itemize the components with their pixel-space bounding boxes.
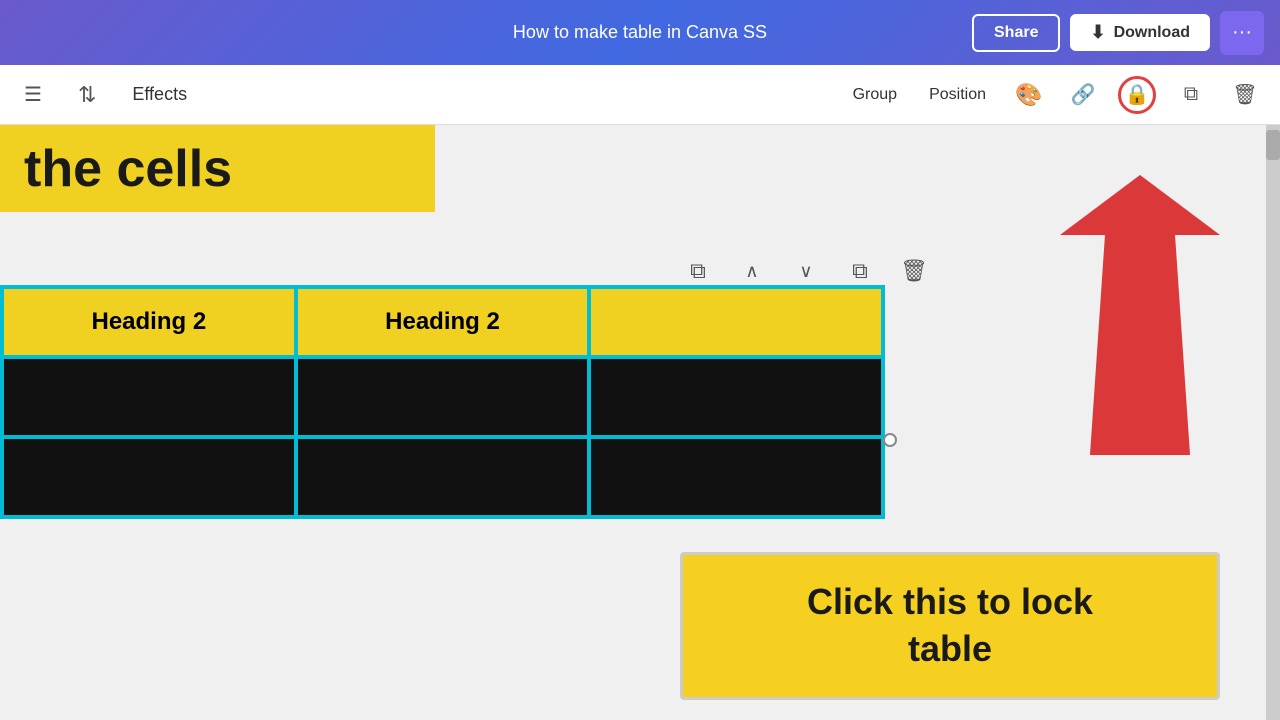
table-cell[interactable] <box>589 437 883 517</box>
table-cell[interactable] <box>2 357 296 437</box>
more-options-button[interactable]: ··· <box>1220 11 1264 55</box>
table-copy-icon: ⧉ <box>690 258 706 284</box>
table-duplicate-icon-button[interactable]: ⧉ <box>842 253 878 289</box>
yellow-header-bar: the cells <box>0 125 435 212</box>
table-cell[interactable] <box>589 357 883 437</box>
selection-handle[interactable] <box>883 433 897 447</box>
table-element-toolbar: ⧉ ∧ ∨ ⧉ 🗑 <box>680 253 932 289</box>
table-cell[interactable] <box>296 437 590 517</box>
copy-to-icon: ⧉ <box>1184 83 1198 106</box>
table-up-icon-button[interactable]: ∧ <box>734 253 770 289</box>
table-cell[interactable] <box>589 287 883 357</box>
table-cell[interactable] <box>296 357 590 437</box>
table-down-icon: ∨ <box>799 261 812 282</box>
tooltip-box: Click this to lock table <box>680 552 1220 700</box>
copy-to-icon-button[interactable]: ⧉ <box>1172 76 1210 114</box>
table-up-icon: ∧ <box>745 261 758 282</box>
topbar-right-actions: Share ⬇ Download ··· <box>972 11 1264 55</box>
red-arrow-annotation <box>1020 175 1220 455</box>
toolbar: ☰ ⇅ Effects Group Position 🎨 🔗 🔒 ⧉ 🗑 <box>0 65 1280 125</box>
table-copy-icon-button[interactable]: ⧉ <box>680 253 716 289</box>
header-text: the cells <box>24 139 232 199</box>
download-icon: ⬇ <box>1090 22 1105 43</box>
scrollbar-thumb[interactable] <box>1266 130 1280 160</box>
paint-icon: 🎨 <box>1015 82 1042 108</box>
lock-icon: 🔒 <box>1125 82 1150 107</box>
menu-icon-button[interactable]: ☰ <box>16 78 50 111</box>
delete-icon: 🗑 <box>1232 82 1257 107</box>
table-row <box>2 357 883 437</box>
topbar-title: How to make table in Canva SS <box>513 22 767 43</box>
top-bar: How to make table in Canva SS Share ⬇ Do… <box>0 0 1280 65</box>
table-cell[interactable] <box>2 437 296 517</box>
table-delete-icon: 🗑 <box>900 258 928 284</box>
table-row: Heading 2 Heading 2 <box>2 287 883 357</box>
group-button[interactable]: Group <box>845 82 905 108</box>
share-button[interactable]: Share <box>972 14 1060 52</box>
menu-icon: ☰ <box>24 82 42 107</box>
position-button[interactable]: Position <box>921 82 994 108</box>
table[interactable]: Heading 2 Heading 2 <box>0 285 885 519</box>
link-icon-button[interactable]: 🔗 <box>1064 76 1102 114</box>
table-duplicate-icon: ⧉ <box>852 258 868 284</box>
effects-button[interactable]: Effects <box>124 80 195 109</box>
table-row <box>2 437 883 517</box>
lock-icon-button[interactable]: 🔒 <box>1118 76 1156 114</box>
cell-text-heading2-2: Heading 2 <box>385 308 500 336</box>
table-down-icon-button[interactable]: ∨ <box>788 253 824 289</box>
sort-icon: ⇅ <box>78 82 96 108</box>
table-delete-icon-button[interactable]: 🗑 <box>896 253 932 289</box>
delete-icon-button[interactable]: 🗑 <box>1226 76 1264 114</box>
sort-icon-button[interactable]: ⇅ <box>70 78 104 112</box>
toolbar-right: Group Position 🎨 🔗 🔒 ⧉ 🗑 <box>845 76 1264 114</box>
download-label: Download <box>1114 24 1190 42</box>
cell-text-heading2-1: Heading 2 <box>91 308 206 336</box>
canvas: the cells ⧉ ∧ ∨ ⧉ 🗑 Heading 2 Heading 2 <box>0 125 1280 720</box>
download-button[interactable]: ⬇ Download <box>1070 14 1210 51</box>
table-cell[interactable]: Heading 2 <box>2 287 296 357</box>
link-icon: 🔗 <box>1071 82 1096 107</box>
tooltip-text: Click this to lock table <box>807 581 1093 669</box>
table-cell[interactable]: Heading 2 <box>296 287 590 357</box>
paint-icon-button[interactable]: 🎨 <box>1010 76 1048 114</box>
scrollbar[interactable] <box>1266 125 1280 720</box>
